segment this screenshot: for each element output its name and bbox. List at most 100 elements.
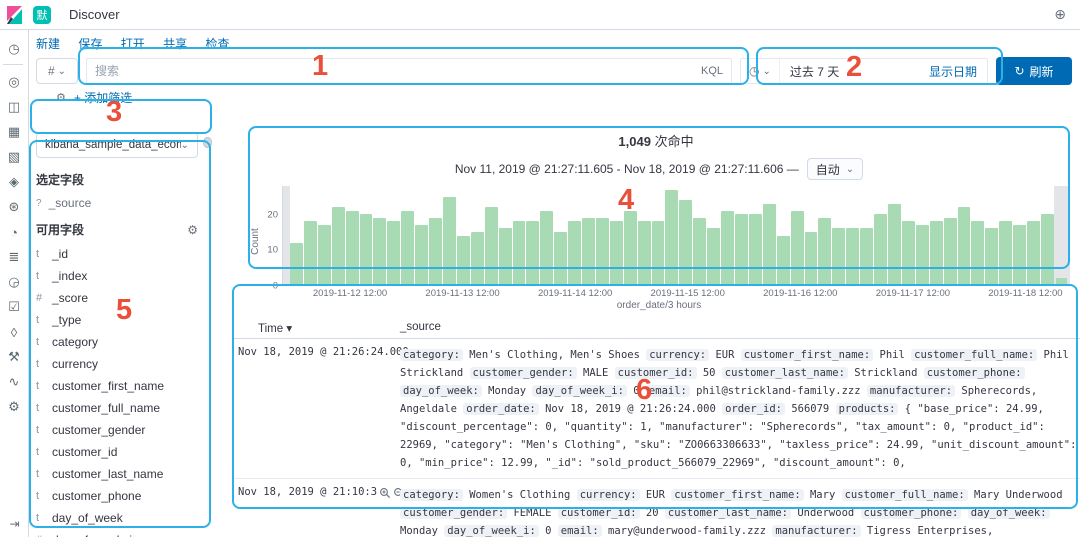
histogram-bar[interactable]: [582, 218, 595, 285]
histogram-bar[interactable]: [791, 211, 804, 285]
field-item-currency[interactable]: tcurrency: [36, 353, 212, 375]
refresh-button[interactable]: ↻ 刷新: [996, 57, 1072, 85]
histogram-bar[interactable]: [332, 207, 345, 285]
histogram-bar[interactable]: [373, 218, 386, 285]
field-item-day_of_week[interactable]: tday_of_week: [36, 507, 212, 529]
save-button[interactable]: 保存: [78, 37, 102, 51]
histogram-bar[interactable]: [735, 214, 748, 285]
histogram-bar[interactable]: [540, 211, 553, 285]
histogram-bar[interactable]: [888, 204, 901, 285]
logs-icon[interactable]: ≣: [3, 246, 25, 268]
collapse-nav-icon[interactable]: ⇥: [0, 517, 29, 531]
field-item-_score[interactable]: #_score: [36, 287, 212, 309]
machine-learning-icon[interactable]: ⊛: [3, 196, 25, 218]
field-item-category[interactable]: tcategory: [36, 331, 212, 353]
field-item-customer_full_name[interactable]: tcustomer_full_name: [36, 397, 212, 419]
histogram-bar[interactable]: [457, 236, 470, 286]
field-item-_source[interactable]: ? _source: [36, 196, 212, 210]
zoom-in-icon[interactable]: [379, 486, 391, 502]
histogram-bar[interactable]: [1013, 225, 1026, 285]
field-item-customer_first_name[interactable]: tcustomer_first_name: [36, 375, 212, 397]
histogram-bar[interactable]: [749, 214, 762, 285]
histogram-bar[interactable]: [1027, 221, 1040, 285]
field-item-customer_id[interactable]: tcustomer_id: [36, 441, 212, 463]
histogram-bar[interactable]: [860, 228, 873, 285]
histogram-bar[interactable]: [679, 200, 692, 285]
histogram-bar[interactable]: [665, 190, 678, 285]
histogram-bar[interactable]: [568, 221, 581, 285]
field-settings-gear-icon[interactable]: ⚙: [187, 223, 198, 237]
new-button[interactable]: 新建: [36, 37, 60, 51]
space-avatar[interactable]: 默: [33, 6, 51, 24]
histogram-bar[interactable]: [304, 221, 317, 285]
apm-icon[interactable]: ◶: [3, 271, 25, 293]
field-item-customer_gender[interactable]: tcustomer_gender: [36, 419, 212, 441]
histogram-bar[interactable]: [1056, 278, 1067, 285]
field-item-customer_phone[interactable]: tcustomer_phone: [36, 485, 212, 507]
histogram-bar[interactable]: [485, 207, 498, 285]
histogram-bar[interactable]: [610, 221, 623, 285]
time-column-header[interactable]: Time ▾: [232, 321, 400, 335]
index-pattern-info-icon[interactable]: [203, 137, 212, 148]
histogram-bar[interactable]: [318, 225, 331, 285]
search-input[interactable]: [95, 64, 695, 78]
query-language-button[interactable]: KQL: [701, 65, 723, 77]
metrics-icon[interactable]: ◔: [3, 221, 25, 243]
histogram-bar[interactable]: [387, 221, 400, 285]
histogram-bar[interactable]: [944, 218, 957, 285]
share-button[interactable]: 共享: [163, 37, 187, 51]
histogram-bar[interactable]: [707, 228, 720, 285]
field-item-_id[interactable]: t_id: [36, 243, 212, 265]
histogram-bar[interactable]: [554, 232, 567, 285]
discover-icon[interactable]: ◎: [3, 71, 25, 93]
histogram-bar[interactable]: [513, 221, 526, 285]
recently-viewed-icon[interactable]: ◷: [3, 38, 25, 60]
add-filter-button[interactable]: + 添加筛选: [74, 89, 132, 106]
dashboard-icon[interactable]: ▦: [3, 121, 25, 143]
histogram-bar[interactable]: [360, 214, 373, 285]
histogram-bar[interactable]: [846, 228, 859, 285]
interval-select[interactable]: 自动 ⌄: [807, 158, 863, 180]
histogram-bar[interactable]: [499, 228, 512, 285]
histogram-bar[interactable]: [429, 218, 442, 285]
dev-tools-icon[interactable]: ⚒: [3, 346, 25, 368]
index-pattern-select[interactable]: kibana_sample_data_ecom... ⌄: [36, 132, 198, 158]
canvas-icon[interactable]: ▧: [3, 146, 25, 168]
maps-icon[interactable]: ◈: [3, 171, 25, 193]
field-item-_type[interactable]: t_type: [36, 309, 212, 331]
histogram-bar[interactable]: [958, 207, 971, 285]
saved-query-menu-button[interactable]: # ⌄: [36, 58, 78, 84]
histogram-bar[interactable]: [721, 211, 734, 285]
stack-monitoring-icon[interactable]: ∿: [3, 371, 25, 393]
kibana-logo[interactable]: [5, 5, 25, 25]
open-button[interactable]: 打开: [121, 37, 145, 51]
histogram-bar[interactable]: [930, 221, 943, 285]
newsfeed-icon[interactable]: ⊕: [1054, 6, 1066, 23]
siem-icon[interactable]: ◊: [3, 321, 25, 343]
table-row[interactable]: Nov 18, 2019 @ 21:10:3category: Women's …: [232, 479, 1080, 537]
histogram-bar[interactable]: [471, 232, 484, 285]
field-item-day_of_week_i[interactable]: #day_of_week_i: [36, 529, 212, 537]
show-dates-button[interactable]: 显示日期: [929, 63, 987, 80]
histogram-bar[interactable]: [443, 197, 456, 285]
histogram-bar[interactable]: [971, 221, 984, 285]
field-item-customer_last_name[interactable]: tcustomer_last_name: [36, 463, 212, 485]
histogram-bar[interactable]: [652, 221, 665, 285]
histogram-bar[interactable]: [777, 236, 790, 286]
histogram-bar[interactable]: [805, 232, 818, 285]
time-range-value[interactable]: 过去 7 天: [780, 63, 929, 80]
histogram-bar[interactable]: [999, 221, 1012, 285]
histogram-bar[interactable]: [401, 211, 414, 285]
table-row[interactable]: Nov 18, 2019 @ 21:26:24.000category: Men…: [232, 339, 1080, 479]
histogram-bar[interactable]: [290, 243, 303, 285]
uptime-icon[interactable]: ☑: [3, 296, 25, 318]
histogram-bar[interactable]: [693, 218, 706, 285]
histogram-bar[interactable]: [818, 218, 831, 285]
histogram-bar[interactable]: [916, 225, 929, 285]
histogram-bar[interactable]: [832, 228, 845, 285]
histogram-bar[interactable]: [985, 228, 998, 285]
histogram-bar[interactable]: [624, 211, 637, 285]
histogram-bar[interactable]: [415, 225, 428, 285]
inspect-button[interactable]: 检查: [205, 37, 229, 51]
management-icon[interactable]: ⚙: [3, 396, 25, 418]
